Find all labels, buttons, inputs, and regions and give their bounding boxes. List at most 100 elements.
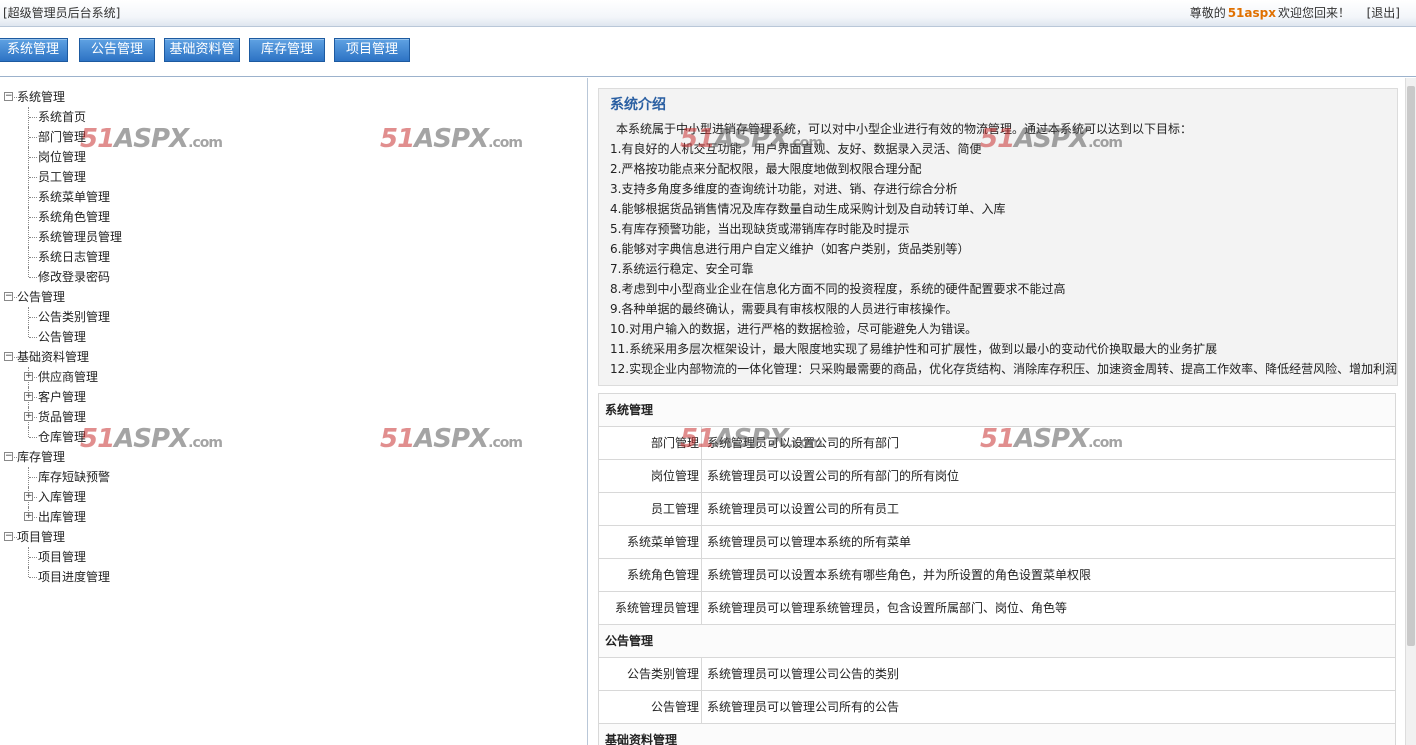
content-scrollbar[interactable]	[1405, 78, 1416, 745]
tree-leaf-node[interactable]: 仓库管理	[0, 427, 587, 447]
tree-leaf-node[interactable]: 员工管理	[0, 167, 587, 187]
tree-connector	[29, 477, 37, 478]
tree-node-label[interactable]: 项目进度管理	[38, 567, 110, 587]
tree-connector	[29, 577, 37, 578]
module-description: 系统管理员可以设置公司的所有员工	[707, 502, 900, 516]
menu-basic-data-management[interactable]: 基础资料管理	[164, 38, 240, 79]
tree-node-label[interactable]: 项目管理	[17, 527, 65, 547]
tree-group-node[interactable]: − 基础资料管理	[0, 347, 587, 367]
tree-node-label[interactable]: 系统日志管理	[38, 247, 110, 267]
tree-node-label[interactable]: 入库管理	[38, 487, 86, 507]
tree-group-node[interactable]: − 公告管理	[0, 287, 587, 307]
top-bar: [超级管理员后台系统] 尊敬的 51aspx 欢迎您回来！ [退出]	[0, 0, 1416, 27]
tree-node-label[interactable]: 出库管理	[38, 507, 86, 527]
tree-leaf-node[interactable]: 系统管理员管理	[0, 227, 587, 247]
collapse-icon[interactable]: −	[4, 532, 13, 541]
tree-leaf-node[interactable]: 项目进度管理	[0, 567, 587, 587]
module-name: 部门管理	[599, 427, 702, 459]
tree-group-node[interactable]: − 项目管理	[0, 527, 587, 547]
tree-leaf-node[interactable]: 公告管理	[0, 327, 587, 347]
tree-node-label[interactable]: 基础资料管理	[17, 347, 89, 367]
expand-icon[interactable]: +	[24, 392, 33, 401]
module-row: 公告管理 系统管理员可以管理公司所有的公告	[598, 691, 1396, 724]
tree-node-label[interactable]: 库存短缺预警	[38, 467, 110, 487]
module-description: 系统管理员可以管理公司所有的公告	[707, 700, 900, 714]
welcome-message: 尊敬的 51aspx 欢迎您回来！	[1190, 4, 1350, 21]
tree-leaf-node[interactable]: + 客户管理	[0, 387, 587, 407]
tree-node-label[interactable]: 项目管理	[38, 547, 86, 567]
collapse-icon[interactable]: −	[4, 92, 13, 101]
tree-node-label[interactable]: 员工管理	[38, 167, 86, 187]
collapse-icon[interactable]: −	[4, 292, 13, 301]
tree-leaf-node[interactable]: 系统角色管理	[0, 207, 587, 227]
collapse-icon[interactable]: −	[4, 352, 13, 361]
tree-leaf-node[interactable]: 项目管理	[0, 547, 587, 567]
tree-leaf-node[interactable]: 系统首页	[0, 107, 587, 127]
tree-node-label[interactable]: 公告类别管理	[38, 307, 110, 327]
tree-leaf-node[interactable]: 库存短缺预警	[0, 467, 587, 487]
modules-table: 系统管理 部门管理 系统管理员可以设置公司的所有部门 岗位管理 系统管理员可以设置公司的…	[598, 393, 1396, 745]
expand-icon[interactable]: +	[24, 512, 33, 521]
tree-node-label[interactable]: 客户管理	[38, 387, 86, 407]
menu-system-management[interactable]: 系统管理	[0, 38, 68, 62]
expand-icon[interactable]: +	[24, 412, 33, 421]
tree-node-label[interactable]: 部门管理	[38, 127, 86, 147]
tree-node-label[interactable]: 货品管理	[38, 407, 86, 427]
current-username: 51aspx	[1227, 6, 1276, 20]
welcome-suffix: 欢迎您回来！	[1277, 6, 1350, 20]
tree-node-label[interactable]: 系统首页	[38, 107, 86, 127]
tree-connector	[29, 117, 37, 118]
module-section-header: 系统管理	[598, 394, 1396, 427]
tree-node-label[interactable]: 系统管理员管理	[38, 227, 122, 247]
intro-line: 2.严格按功能点来分配权限，最大限度地做到权限合理分配	[610, 162, 922, 176]
tree-leaf-node[interactable]: 系统日志管理	[0, 247, 587, 267]
nav-tree: − 系统管理 系统首页 部门管理 岗位管理 员工管理 系统菜单管理 系统角色管理 系统管理员管理…	[0, 87, 587, 587]
intro-line: 4.能够根据货品销售情况及库存数量自动生成采购计划及自动转订单、入库	[610, 202, 1006, 216]
tree-leaf-node[interactable]: + 供应商管理	[0, 367, 587, 387]
tree-node-label[interactable]: 系统角色管理	[38, 207, 110, 227]
logout-link[interactable]: [退出]	[1367, 4, 1400, 21]
tree-node-label[interactable]: 公告管理	[17, 287, 65, 307]
tree-connector	[29, 177, 37, 178]
tree-connector	[29, 237, 37, 238]
tree-node-label[interactable]: 供应商管理	[38, 367, 98, 387]
tree-leaf-node[interactable]: 系统菜单管理	[0, 187, 587, 207]
tree-group-node[interactable]: − 系统管理	[0, 87, 587, 107]
tree-leaf-node[interactable]: + 货品管理	[0, 407, 587, 427]
expand-icon[interactable]: +	[24, 372, 33, 381]
tree-connector	[29, 437, 37, 438]
tree-connector	[29, 317, 37, 318]
menu-inventory-management[interactable]: 库存管理	[249, 38, 325, 62]
tree-node-label[interactable]: 库存管理	[17, 447, 65, 467]
tree-node-label[interactable]: 系统菜单管理	[38, 187, 110, 207]
tree-node-label[interactable]: 仓库管理	[38, 427, 86, 447]
module-row: 系统菜单管理 系统管理员可以管理本系统的所有菜单	[598, 526, 1396, 559]
tree-node-label[interactable]: 岗位管理	[38, 147, 86, 167]
tree-leaf-node[interactable]: 岗位管理	[0, 147, 587, 167]
module-name: 系统菜单管理	[599, 526, 702, 558]
intro-line: 12.实现企业内部物流的一体化管理：只采购最需要的商品，优化存货结构、消除库存积…	[610, 362, 1398, 376]
expand-icon[interactable]: +	[24, 492, 33, 501]
tree-leaf-node[interactable]: 公告类别管理	[0, 307, 587, 327]
tree-node-label[interactable]: 系统管理	[17, 87, 65, 107]
welcome-prefix: 尊敬的	[1189, 6, 1226, 20]
tree-leaf-node[interactable]: 修改登录密码	[0, 267, 587, 287]
intro-line: 11.系统采用多层次框架设计，最大限度地实现了易维护性和可扩展性，做到以最小的变…	[610, 342, 1218, 356]
menu-announcement-management[interactable]: 公告管理	[79, 38, 155, 62]
module-row: 系统角色管理 系统管理员可以设置本系统有哪些角色，并为所设置的角色设置菜单权限	[598, 559, 1396, 592]
tree-connector	[28, 267, 29, 277]
module-row: 公告类别管理 系统管理员可以管理公司公告的类别	[598, 658, 1396, 691]
menu-project-management[interactable]: 项目管理	[334, 38, 410, 62]
tree-node-label[interactable]: 修改登录密码	[38, 267, 110, 287]
scrollbar-thumb[interactable]	[1407, 86, 1415, 646]
tree-leaf-node[interactable]: 部门管理	[0, 127, 587, 147]
tree-connector	[29, 157, 37, 158]
intro-text: 本系统属于中小型进销存管理系统，可以对中小型企业进行有效的物流管理。通过本系统可…	[610, 119, 1398, 379]
collapse-icon[interactable]: −	[4, 452, 13, 461]
tree-group-node[interactable]: − 库存管理	[0, 447, 587, 467]
tree-node-label[interactable]: 公告管理	[38, 327, 86, 347]
tree-leaf-node[interactable]: + 出库管理	[0, 507, 587, 527]
module-description: 系统管理员可以设置本系统有哪些角色，并为所设置的角色设置菜单权限	[707, 568, 1092, 582]
module-description: 系统管理员可以设置公司的所有部门	[707, 436, 900, 450]
tree-leaf-node[interactable]: + 入库管理	[0, 487, 587, 507]
